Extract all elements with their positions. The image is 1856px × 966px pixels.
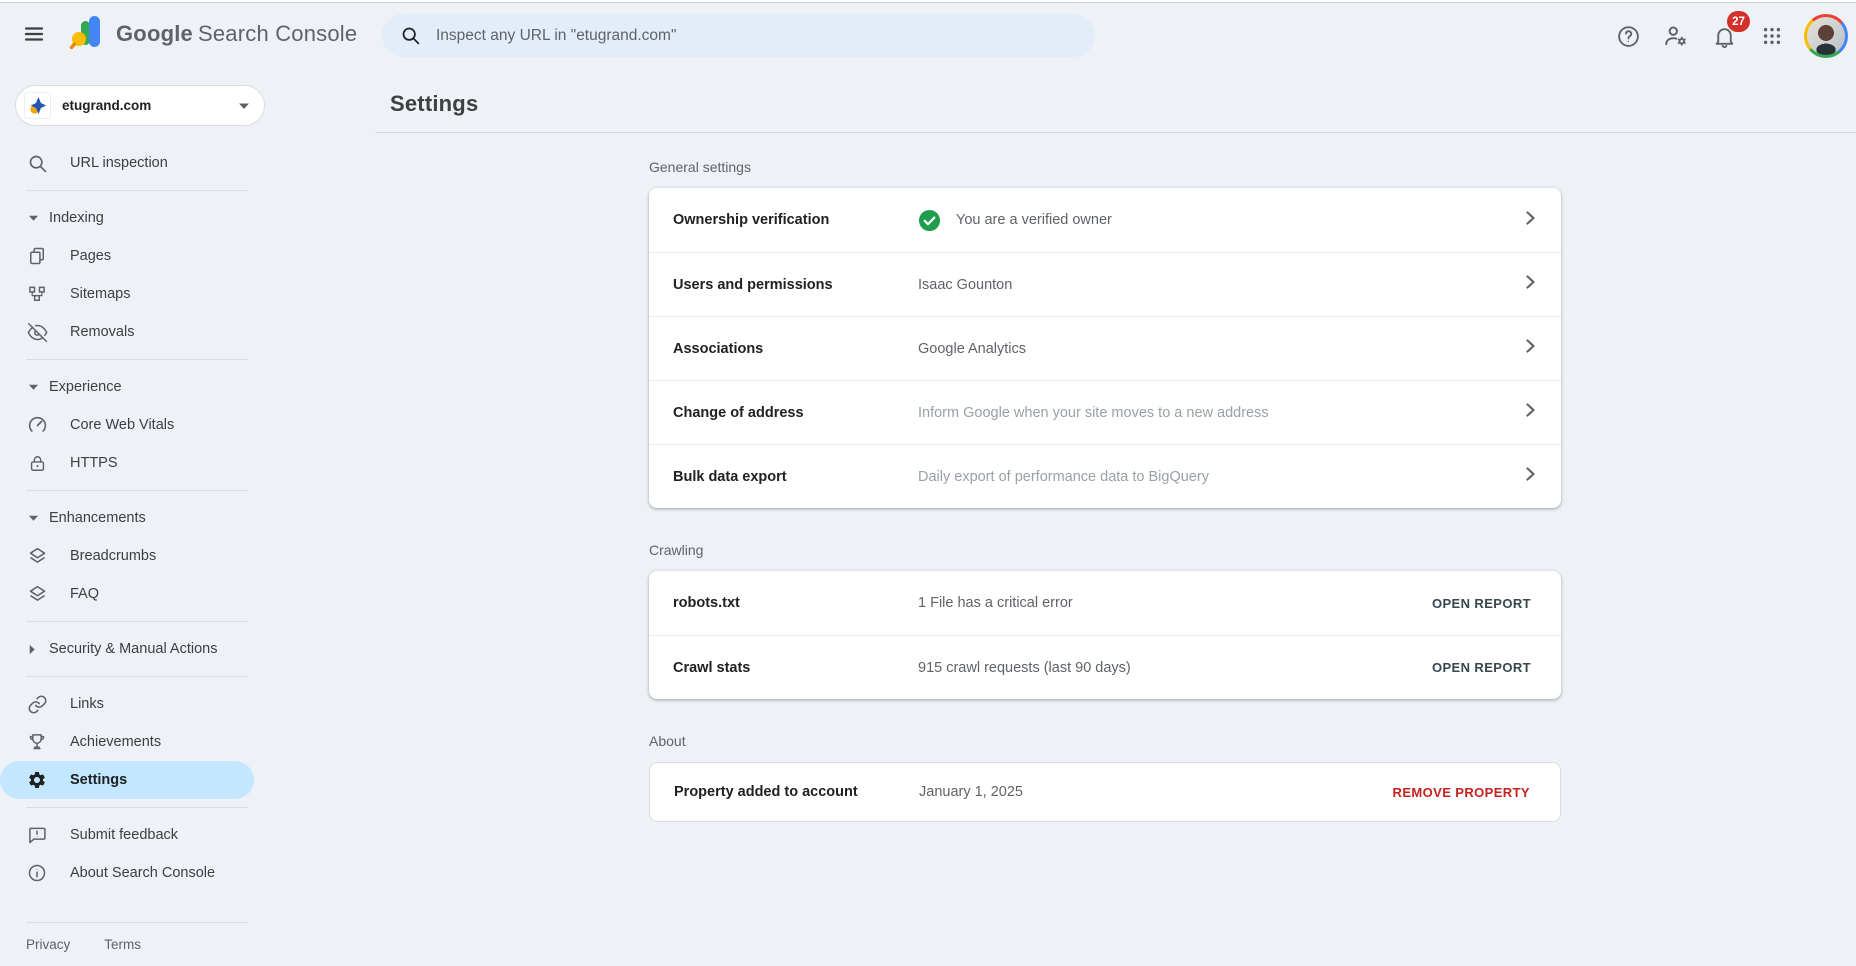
sidebar-item-sitemaps[interactable]: Sitemaps: [0, 275, 254, 313]
general-settings-card: Ownership verification You are a verifie…: [649, 188, 1561, 508]
gauge-icon: [26, 415, 48, 436]
window-top-edge: [0, 0, 1856, 3]
sidebar-item-core-web-vitals[interactable]: Core Web Vitals: [0, 406, 254, 444]
sidebar-item-submit-feedback[interactable]: Submit feedback: [0, 816, 254, 854]
about-card: Property added to account January 1, 202…: [649, 762, 1561, 822]
divider: [26, 621, 248, 622]
sidebar: etugrand.com URL inspection Indexing Pag…: [0, 65, 375, 966]
sidebar-item-removals[interactable]: Removals: [0, 313, 254, 351]
open-report-button[interactable]: OPEN REPORT: [1428, 588, 1535, 619]
sidebar-nav: URL inspection Indexing Pages Sitemaps R…: [0, 144, 375, 892]
open-report-button[interactable]: OPEN REPORT: [1428, 652, 1535, 683]
link-icon: [26, 694, 48, 715]
privacy-link[interactable]: Privacy: [26, 937, 70, 952]
caret-right-icon: [28, 644, 40, 655]
remove-property-button[interactable]: REMOVE PROPERTY: [1389, 777, 1534, 808]
feedback-icon: [26, 825, 48, 845]
divider: [26, 807, 248, 808]
divider: [26, 490, 248, 491]
row-robots-txt[interactable]: robots.txt 1 File has a critical error O…: [649, 571, 1561, 635]
section-label-crawling: Crawling: [649, 542, 1561, 558]
chevron-right-icon: [1526, 467, 1535, 486]
divider: [26, 190, 248, 191]
header-actions: 27: [1608, 14, 1848, 58]
notifications-bell-icon[interactable]: 27: [1704, 16, 1744, 56]
sidebar-item-settings[interactable]: Settings: [0, 761, 254, 799]
app-logo[interactable]: GoogleSearch Console: [68, 13, 357, 56]
page-title: Settings: [390, 91, 1856, 117]
row-property-added: Property added to account January 1, 202…: [650, 763, 1560, 821]
title-divider: [375, 132, 1856, 133]
property-favicon: [24, 92, 51, 119]
lock-icon: [26, 454, 48, 473]
caret-down-icon: [28, 383, 40, 391]
sidebar-section-experience[interactable]: Experience: [0, 368, 375, 406]
trophy-icon: [26, 732, 48, 752]
top-app-bar: GoogleSearch Console 27: [0, 3, 1856, 65]
search-console-logo-icon: [68, 13, 106, 56]
sidebar-item-https[interactable]: HTTPS: [0, 444, 254, 482]
section-label-about: About: [649, 733, 1561, 749]
sidebar-item-faq[interactable]: FAQ: [0, 575, 254, 613]
sidebar-item-about-search-console[interactable]: About Search Console: [0, 854, 254, 892]
account-avatar[interactable]: [1804, 14, 1848, 58]
sidebar-item-breadcrumbs[interactable]: Breadcrumbs: [0, 537, 254, 575]
chevron-right-icon: [1526, 211, 1535, 230]
row-ownership-verification[interactable]: Ownership verification You are a verifie…: [649, 188, 1561, 252]
menu-icon[interactable]: [14, 14, 54, 54]
caret-down-icon: [28, 214, 40, 222]
chevron-down-icon: [238, 102, 250, 110]
chevron-right-icon: [1526, 275, 1535, 294]
row-bulk-data-export[interactable]: Bulk data export Daily export of perform…: [649, 444, 1561, 508]
row-users-and-permissions[interactable]: Users and permissions Isaac Gounton: [649, 252, 1561, 316]
google-apps-grid-icon[interactable]: [1752, 16, 1792, 56]
layers-icon: [26, 584, 48, 605]
property-selector[interactable]: etugrand.com: [15, 85, 265, 126]
sidebar-section-enhancements[interactable]: Enhancements: [0, 499, 375, 537]
row-change-of-address[interactable]: Change of address Inform Google when you…: [649, 380, 1561, 444]
info-icon: [26, 863, 48, 883]
url-inspection-search-bar[interactable]: [382, 14, 1095, 57]
chevron-right-icon: [1526, 339, 1535, 358]
terms-link[interactable]: Terms: [104, 937, 141, 952]
avatar-photo: [1807, 17, 1845, 55]
sidebar-item-pages[interactable]: Pages: [0, 237, 254, 275]
sitemap-icon: [26, 284, 48, 304]
sidebar-item-url-inspection[interactable]: URL inspection: [0, 144, 254, 182]
search-icon: [26, 153, 48, 174]
crawling-card: robots.txt 1 File has a critical error O…: [649, 571, 1561, 699]
sidebar-footer: Privacy Terms: [0, 914, 375, 966]
row-crawl-stats[interactable]: Crawl stats 915 crawl requests (last 90 …: [649, 635, 1561, 699]
row-associations[interactable]: Associations Google Analytics: [649, 316, 1561, 380]
notification-count-badge: 27: [1727, 11, 1750, 32]
main-content: Settings General settings Ownership veri…: [375, 65, 1856, 966]
verified-check-icon: [918, 209, 941, 232]
search-icon: [400, 25, 421, 46]
sidebar-section-indexing[interactable]: Indexing: [0, 199, 375, 237]
search-input[interactable]: [436, 27, 1077, 45]
sidebar-section-security-manual-actions[interactable]: Security & Manual Actions: [0, 630, 375, 668]
layers-icon: [26, 546, 48, 567]
sidebar-item-links[interactable]: Links: [0, 685, 254, 723]
help-icon[interactable]: [1608, 16, 1648, 56]
sidebar-item-achievements[interactable]: Achievements: [0, 723, 254, 761]
divider: [26, 359, 248, 360]
caret-down-icon: [28, 514, 40, 522]
app-title: GoogleSearch Console: [116, 21, 357, 47]
section-label-general-settings: General settings: [649, 159, 1561, 175]
divider: [26, 676, 248, 677]
gear-icon: [26, 770, 48, 790]
property-name: etugrand.com: [62, 98, 238, 113]
user-settings-icon[interactable]: [1656, 16, 1696, 56]
pages-icon: [26, 246, 48, 266]
chevron-right-icon: [1526, 403, 1535, 422]
eye-off-icon: [26, 322, 48, 343]
